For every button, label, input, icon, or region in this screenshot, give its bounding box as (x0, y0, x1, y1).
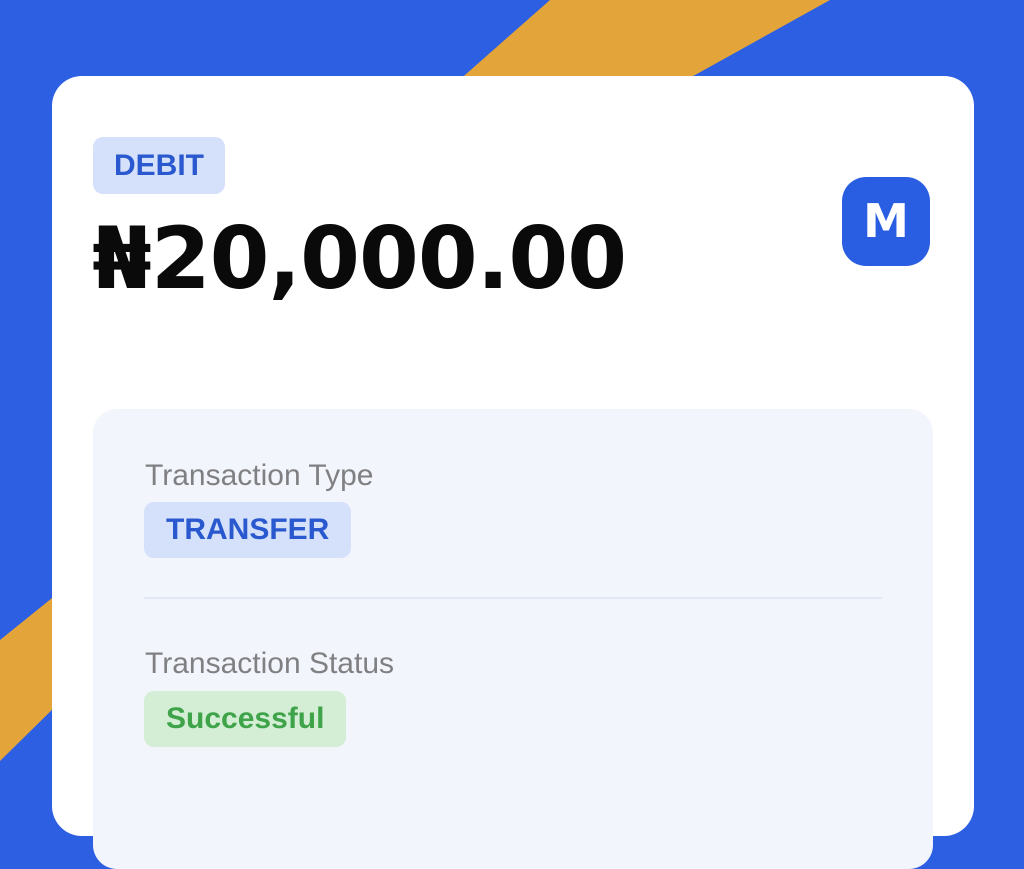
app-logo-icon: M (842, 177, 930, 266)
debit-badge: DEBIT (93, 137, 225, 194)
transaction-type-badge: TRANSFER (144, 502, 352, 558)
transaction-receipt-card: DEBIT ₦20,000.00 M Transaction Type TRAN… (52, 76, 974, 869)
transaction-type-label: Transaction Type (145, 459, 374, 492)
transaction-amount: ₦20,000.00 (92, 209, 627, 309)
details-divider (144, 597, 882, 599)
transaction-status-label: Transaction Status (145, 647, 395, 680)
transaction-details-panel: Transaction Type TRANSFER Transaction St… (93, 409, 933, 869)
transaction-status-badge: Successful (144, 691, 347, 747)
